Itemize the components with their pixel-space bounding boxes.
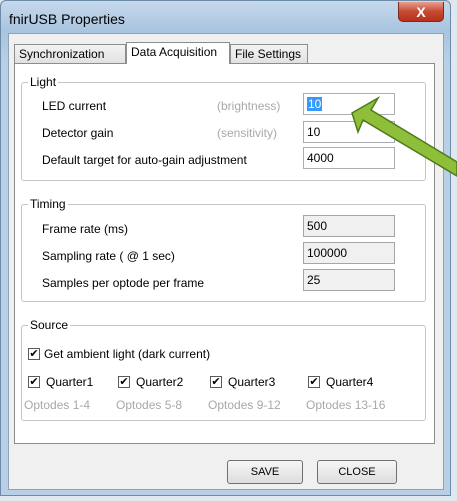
- arrow-shape: [351, 95, 457, 177]
- annotation-arrow-icon: [351, 95, 457, 177]
- tab-data-acquisition[interactable]: Data Acquisition: [126, 42, 230, 64]
